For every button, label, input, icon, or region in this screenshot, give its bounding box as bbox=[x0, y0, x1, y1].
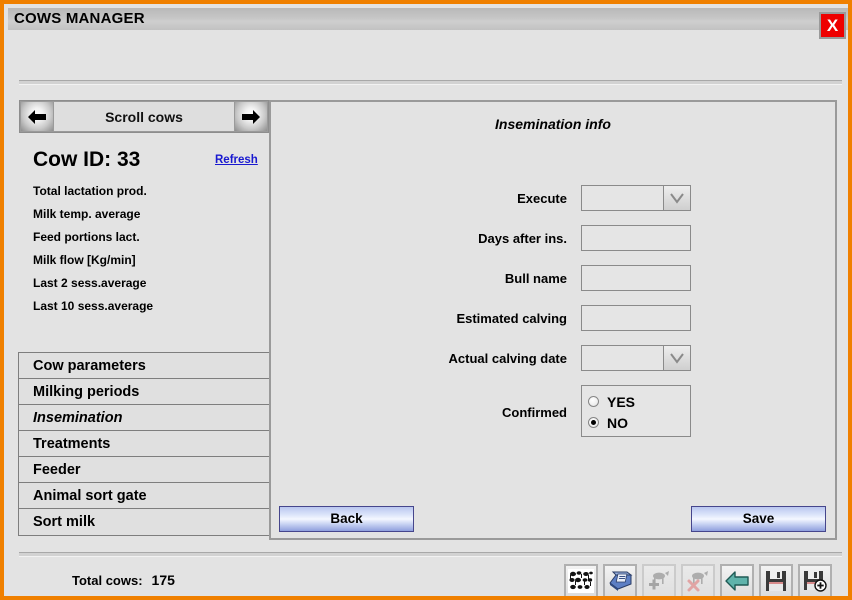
menu-item-insemination[interactable]: Insemination bbox=[19, 405, 269, 431]
execute-combo[interactable] bbox=[581, 185, 691, 211]
total-cows-label: Total cows: bbox=[72, 573, 143, 588]
scroll-cows-label: Scroll cows bbox=[54, 101, 234, 132]
top-divider bbox=[19, 80, 842, 85]
label-bull-name: Bull name bbox=[504, 270, 567, 286]
label-execute: Execute bbox=[517, 190, 567, 206]
back-button[interactable]: Back bbox=[279, 506, 414, 532]
stat-feed-portions-lact: Feed portions lact. bbox=[33, 230, 140, 244]
cows-manager-window: COWS MANAGER X Scroll cows Cow ID: 33 Re… bbox=[0, 0, 852, 600]
total-cows-status: Total cows: 175 bbox=[72, 572, 175, 588]
scroll-cows-bar: Scroll cows bbox=[19, 100, 269, 133]
stat-milk-temp-average: Milk temp. average bbox=[33, 207, 141, 221]
stat-last-2-sess-average: Last 2 sess.average bbox=[33, 276, 147, 290]
close-button[interactable]: X bbox=[819, 12, 846, 39]
add-cow-button[interactable] bbox=[642, 564, 676, 596]
scroll-cows-prev-button[interactable] bbox=[20, 101, 54, 132]
bull-name-input[interactable] bbox=[581, 265, 691, 291]
bottom-toolbar bbox=[564, 564, 832, 596]
stat-milk-flow: Milk flow [Kg/min] bbox=[33, 253, 136, 267]
left-arrow-icon bbox=[26, 108, 48, 126]
section-menu: Cow parameters Milking periods Inseminat… bbox=[18, 352, 270, 536]
save-button-toolbar[interactable] bbox=[759, 564, 793, 596]
radio-label-yes: YES bbox=[607, 393, 636, 410]
label-actual-calving-date: Actual calving date bbox=[448, 350, 567, 366]
delete-cow-button[interactable] bbox=[681, 564, 715, 596]
add-cow-icon bbox=[646, 569, 672, 593]
label-confirmed: Confirmed bbox=[502, 405, 567, 420]
menu-item-feeder[interactable]: Feeder bbox=[19, 457, 269, 483]
field-row-days-after-ins: Days after ins. bbox=[291, 225, 821, 251]
save-add-button[interactable] bbox=[798, 564, 832, 596]
chevron-down-icon[interactable] bbox=[663, 346, 690, 370]
radio-label-no: NO bbox=[607, 414, 628, 431]
radio-icon-yes bbox=[588, 396, 599, 407]
title-bar: COWS MANAGER bbox=[8, 8, 848, 30]
menu-item-treatments[interactable]: Treatments bbox=[19, 431, 269, 457]
panel-title: Insemination info bbox=[495, 116, 611, 132]
milk-meter-icon bbox=[607, 569, 633, 593]
cow-herd-icon bbox=[568, 569, 594, 593]
field-row-execute: Execute bbox=[291, 185, 821, 211]
menu-item-milking-periods[interactable]: Milking periods bbox=[19, 379, 269, 405]
chevron-down-icon[interactable] bbox=[663, 186, 690, 210]
save-add-icon bbox=[803, 569, 827, 593]
milk-meter-button[interactable] bbox=[603, 564, 637, 596]
cow-info-panel: Cow ID: 33 Refresh Total lactation prod.… bbox=[19, 140, 269, 345]
save-icon bbox=[764, 569, 788, 593]
back-arrow-button[interactable] bbox=[720, 564, 754, 596]
scroll-cows-next-button[interactable] bbox=[234, 101, 268, 132]
field-row-confirmed: Confirmed YES NO bbox=[291, 385, 821, 437]
confirmed-radio-group: YES NO bbox=[581, 385, 691, 437]
days-after-ins-input[interactable] bbox=[581, 225, 691, 251]
back-arrow-icon bbox=[724, 570, 750, 592]
cow-herd-button[interactable] bbox=[564, 564, 598, 596]
bottom-divider bbox=[19, 552, 842, 557]
stat-total-lactation-prod: Total lactation prod. bbox=[33, 184, 147, 198]
label-estimated-calving: Estimated calving bbox=[456, 310, 567, 326]
menu-item-sort-milk[interactable]: Sort milk bbox=[19, 509, 269, 535]
right-arrow-icon bbox=[240, 108, 262, 126]
actual-calving-date-value bbox=[582, 346, 663, 370]
field-row-actual-calving-date: Actual calving date bbox=[291, 345, 821, 371]
refresh-link[interactable]: Refresh bbox=[215, 154, 258, 166]
field-row-bull-name: Bull name bbox=[291, 265, 821, 291]
actual-calving-date-combo[interactable] bbox=[581, 345, 691, 371]
radio-confirmed-yes[interactable]: YES bbox=[588, 391, 690, 412]
total-cows-value: 175 bbox=[151, 572, 175, 588]
field-row-estimated-calving: Estimated calving bbox=[291, 305, 821, 331]
save-button[interactable]: Save bbox=[691, 506, 826, 532]
estimated-calving-input[interactable] bbox=[581, 305, 691, 331]
delete-cow-icon bbox=[685, 569, 711, 593]
radio-confirmed-no[interactable]: NO bbox=[588, 412, 690, 433]
window-title: COWS MANAGER bbox=[14, 10, 145, 27]
stat-last-10-sess-average: Last 10 sess.average bbox=[33, 299, 154, 313]
menu-item-animal-sort-gate[interactable]: Animal sort gate bbox=[19, 483, 269, 509]
insemination-panel: Insemination info Execute Days after ins… bbox=[269, 100, 837, 540]
execute-combo-value bbox=[582, 186, 663, 210]
label-days-after-ins: Days after ins. bbox=[478, 230, 567, 246]
radio-icon-no bbox=[588, 417, 599, 428]
cow-id-label: Cow ID: 33 bbox=[33, 148, 141, 171]
menu-item-cow-parameters[interactable]: Cow parameters bbox=[19, 353, 269, 379]
